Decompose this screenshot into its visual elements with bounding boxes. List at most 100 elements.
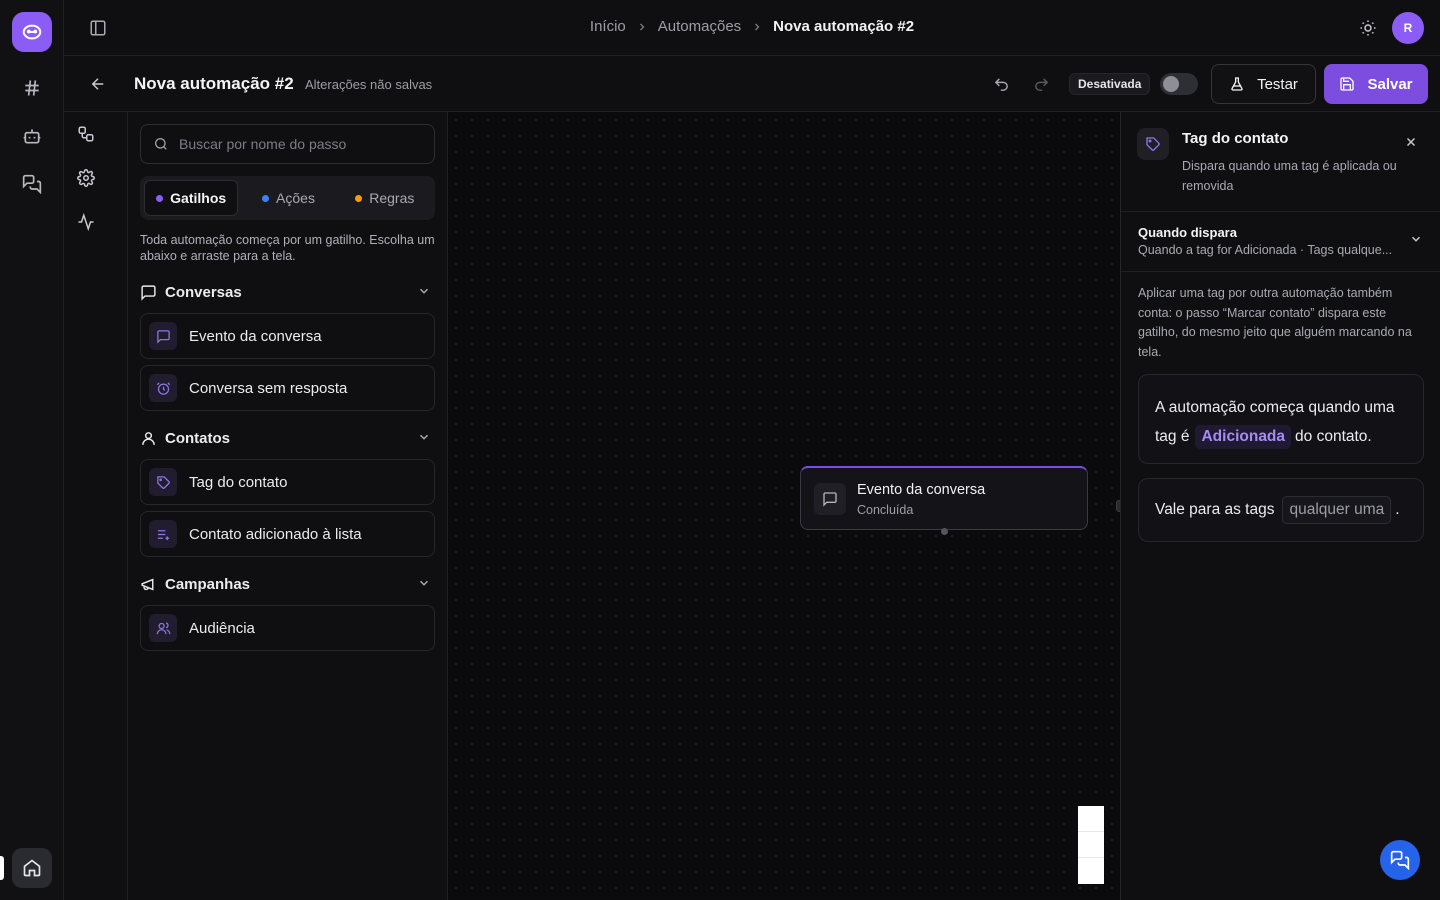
- app-rail: [0, 0, 64, 900]
- step-item-evento-conversa[interactable]: Evento da conversa: [140, 313, 435, 359]
- step-item-audiencia[interactable]: Audiência: [140, 605, 435, 651]
- chevron-down-icon: [1409, 232, 1423, 246]
- search-input[interactable]: [179, 136, 419, 152]
- step-item-label: Evento da conversa: [189, 327, 322, 345]
- bot-icon[interactable]: [16, 120, 48, 152]
- section-label: Campanhas: [165, 575, 251, 593]
- chevron-down-icon: [417, 430, 431, 444]
- details-header: Tag do contato Dispara quando uma tag é …: [1121, 112, 1440, 212]
- chevron-down-icon: [417, 284, 431, 298]
- activity-icon[interactable]: [75, 211, 97, 233]
- top-bar: Início Automações Nova automação #2 R: [64, 0, 1440, 56]
- arrow-left-icon[interactable]: [86, 72, 110, 96]
- chevron-down-icon: [417, 576, 431, 590]
- section-campanhas[interactable]: Campanhas: [140, 572, 435, 596]
- alarm-clock-icon: [149, 374, 177, 402]
- home-icon: [23, 859, 41, 877]
- toggle-knob: [1163, 76, 1179, 92]
- chat-support-button[interactable]: [1380, 840, 1420, 880]
- node-title: Evento da conversa: [857, 482, 986, 498]
- step-item-label: Conversa sem resposta: [189, 379, 348, 397]
- step-item-conversa-sem-resposta[interactable]: Conversa sem resposta: [140, 365, 435, 411]
- node-output-port[interactable]: [941, 528, 948, 535]
- test-button-label: Testar: [1257, 75, 1298, 93]
- undo-icon[interactable]: [990, 73, 1012, 95]
- redo-icon[interactable]: [1030, 73, 1052, 95]
- steps-panel: Gatilhos Ações Regras Toda automação com…: [128, 112, 448, 900]
- list-plus-icon: [149, 520, 177, 548]
- tab-label: Gatilhos: [170, 190, 227, 206]
- messages-icon[interactable]: [16, 168, 48, 200]
- breadcrumb-automations[interactable]: Automações: [658, 18, 741, 35]
- breadcrumb-current: Nova automação #2: [773, 18, 915, 35]
- triggers-intro-text: Toda automação começa por um gatilho. Es…: [140, 233, 435, 263]
- details-panel: Tag do contato Dispara quando uma tag é …: [1120, 112, 1440, 900]
- chevron-right-icon: [751, 21, 763, 33]
- save-button[interactable]: Salvar: [1324, 64, 1428, 104]
- step-item-contato-adicionado-lista[interactable]: Contato adicionado à lista: [140, 511, 435, 557]
- tab-gatilhos[interactable]: Gatilhos: [144, 180, 239, 216]
- message-square-icon: [149, 322, 177, 350]
- close-icon[interactable]: [1401, 132, 1421, 152]
- activation-toggle[interactable]: [1160, 73, 1198, 95]
- tab-regras[interactable]: Regras: [339, 180, 431, 216]
- tab-dot: [156, 194, 164, 202]
- settings-gear-icon[interactable]: [75, 167, 97, 189]
- automation-header: Nova automação #2 Alterações não salvas …: [64, 56, 1440, 112]
- active-marker: [0, 856, 4, 880]
- node-subtitle: Concluída: [857, 503, 914, 517]
- flow-node-evento-conversa[interactable]: Evento da conversa Concluída: [800, 466, 1088, 535]
- home-button[interactable]: [12, 848, 52, 888]
- megaphone-icon: [141, 577, 154, 591]
- details-note: Aplicar uma tag por outra automação tamb…: [1138, 286, 1412, 359]
- minimap-divider: [1078, 831, 1104, 832]
- users-icon: [149, 614, 177, 642]
- breadcrumb-home[interactable]: Início: [590, 18, 626, 35]
- editor-tool-rail: [64, 112, 128, 900]
- search-box[interactable]: [140, 124, 435, 164]
- save-button-label: Salvar: [1367, 75, 1413, 93]
- breadcrumb: Início Automações Nova automação #2: [64, 18, 1440, 35]
- workflow-icon[interactable]: [75, 123, 97, 145]
- step-item-tag-contato[interactable]: Tag do contato: [140, 459, 435, 505]
- message-square-icon: [141, 284, 156, 301]
- when-fires-heading: Quando dispara: [1138, 225, 1237, 240]
- action-chip[interactable]: Adicionada: [1195, 425, 1292, 449]
- save-icon: [1340, 77, 1355, 91]
- step-item-label: Audiência: [189, 619, 255, 637]
- tags-chip[interactable]: qualquer uma: [1282, 496, 1392, 524]
- user-icon: [142, 431, 155, 445]
- trigger-sentence-card: A automação começa quando uma tag é Adici…: [1138, 374, 1424, 464]
- theme-toggle-sun-icon[interactable]: [1356, 16, 1380, 40]
- step-item-label: Contato adicionado à lista: [189, 525, 362, 543]
- tag-icon: [149, 468, 177, 496]
- sentence-text: .: [1395, 501, 1400, 518]
- flow-canvas[interactable]: Evento da conversa Concluída: [448, 112, 1124, 900]
- tags-sentence-card: Vale para as tags qualquer uma.: [1138, 478, 1424, 542]
- minimap[interactable]: [1078, 806, 1104, 884]
- section-conversas[interactable]: Conversas: [140, 280, 435, 304]
- sentence-text: Vale para as tags: [1155, 501, 1275, 518]
- avatar[interactable]: R: [1392, 12, 1424, 44]
- chevron-right-icon: [636, 21, 648, 33]
- step-item-label: Tag do contato: [189, 473, 288, 491]
- message-square-icon: [814, 483, 846, 515]
- tab-acoes[interactable]: Ações: [242, 180, 334, 216]
- search-icon: [155, 138, 167, 150]
- when-fires-summary: Quando a tag for Adicionada · Tags qualq…: [1138, 243, 1393, 257]
- tab-dot: [262, 194, 270, 202]
- test-button[interactable]: Testar: [1211, 64, 1316, 104]
- section-contatos[interactable]: Contatos: [140, 426, 435, 450]
- minimap-divider: [1078, 857, 1104, 858]
- messages-icon: [1390, 850, 1410, 870]
- section-label: Contatos: [165, 429, 230, 447]
- app-logo-icon[interactable]: [12, 12, 52, 52]
- when-fires-accordion[interactable]: Quando dispara Quando a tag for Adiciona…: [1121, 212, 1440, 272]
- section-label: Conversas: [165, 283, 242, 301]
- flask-icon: [1231, 77, 1243, 91]
- unsaved-changes-label: Alterações não salvas: [305, 77, 433, 92]
- details-description: Dispara quando uma tag é aplicada ou rem…: [1182, 159, 1397, 193]
- hash-icon[interactable]: [16, 72, 48, 104]
- page-title[interactable]: Nova automação #2: [134, 74, 294, 94]
- tab-dot: [355, 194, 363, 202]
